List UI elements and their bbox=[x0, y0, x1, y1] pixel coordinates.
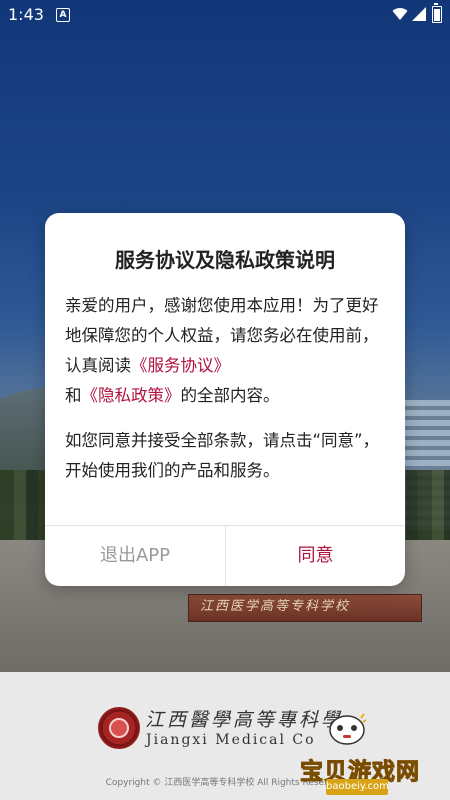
agree-button[interactable]: 同意 bbox=[226, 526, 405, 586]
service-agreement-link[interactable]: 《服务协议》 bbox=[131, 356, 230, 375]
school-name-cn: 江西醫學高等專科學 bbox=[145, 709, 344, 731]
dialog-title: 服务协议及隐私政策说明 bbox=[115, 248, 335, 272]
paragraph-text: 和 bbox=[65, 386, 82, 405]
privacy-dialog: 服务协议及隐私政策说明 亲爱的用户，感谢您使用本应用！为了更好地保障您的个人权益… bbox=[45, 213, 405, 586]
status-time: 1:43 bbox=[8, 5, 44, 24]
school-name-en: Jiangxi Medical Co bbox=[146, 732, 316, 748]
wifi-icon bbox=[392, 8, 408, 20]
gamepad-mascot-icon bbox=[329, 713, 366, 745]
paragraph-text: 的全部内容。 bbox=[180, 386, 280, 405]
dialog-paragraph-2: 如您同意并接受全部条款，请点击“同意”，开始使用我们的产品和服务。 bbox=[65, 431, 380, 480]
battery-icon bbox=[432, 3, 442, 23]
exit-app-button[interactable]: 退出APP bbox=[45, 526, 225, 586]
splash-footer: 江西醫學高等專科學 Jiangxi Medical Co Copyright ©… bbox=[0, 672, 450, 800]
gate-inscription: 江西医学高等专科学校 bbox=[200, 599, 351, 614]
status-bar: 1:43 A bbox=[0, 0, 450, 30]
dialog-body: 亲爱的用户，感谢您使用本应用！为了更好地保障您的个人权益，请您务必在使用前，认真… bbox=[65, 291, 387, 486]
dialog-paragraph-1: 亲爱的用户，感谢您使用本应用！为了更好地保障您的个人权益，请您务必在使用前，认真… bbox=[65, 291, 387, 411]
privacy-policy-link[interactable]: 《隐私政策》 bbox=[82, 386, 181, 405]
signal-icon bbox=[412, 7, 426, 21]
notification-icon: A bbox=[56, 8, 70, 22]
school-seal-logo bbox=[98, 707, 140, 749]
watermark-url: baobeiy.com bbox=[326, 779, 389, 795]
